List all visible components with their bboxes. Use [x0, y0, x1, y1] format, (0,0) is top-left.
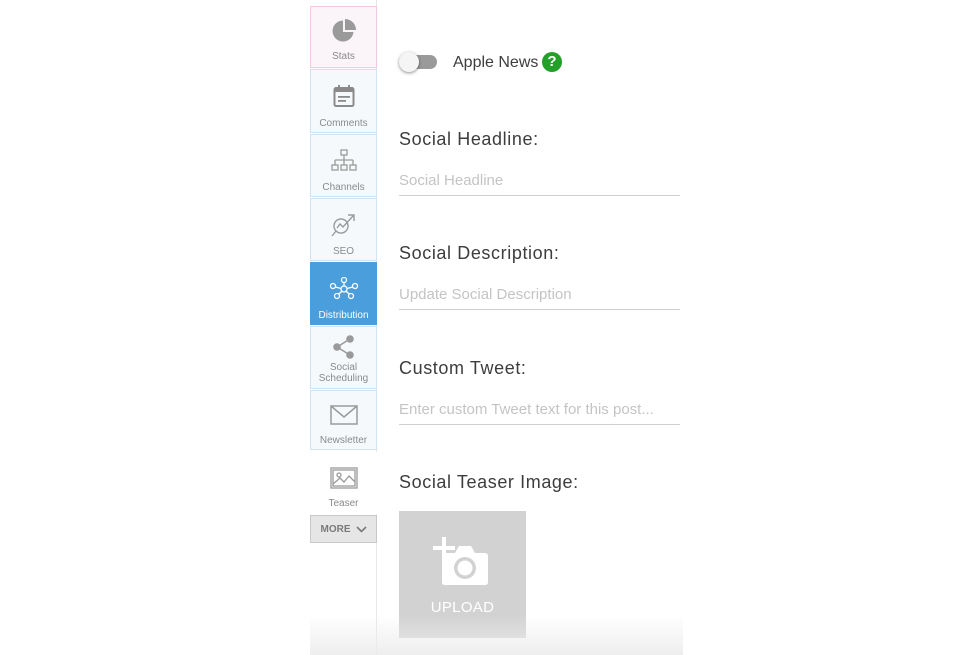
social-description-input[interactable] — [399, 280, 680, 310]
sidebar-item-label: Teaser — [328, 498, 359, 509]
sidebar-item-distribution[interactable]: Distribution — [310, 262, 377, 325]
sidebar-item-label: Newsletter — [319, 435, 368, 446]
chevron-down-icon — [355, 525, 367, 533]
help-icon[interactable]: ? — [542, 52, 562, 72]
social-teaser-image-label: Social Teaser Image: — [399, 472, 579, 492]
social-headline-label: Social Headline: — [399, 129, 539, 149]
share-icon — [332, 335, 354, 359]
pie-chart-icon — [332, 19, 356, 42]
sitemap-icon — [330, 149, 357, 171]
envelope-icon — [329, 405, 358, 425]
sidebar-item-label: Stats — [332, 51, 355, 62]
sidebar-item-label: Social — [329, 362, 358, 373]
sidebar-item-label: Channels — [322, 182, 365, 193]
page: Stats Comments Channels SEO Distribution… — [0, 0, 980, 655]
sidebar-item-channels[interactable]: Channels — [310, 134, 377, 197]
more-button-label: MORE — [320, 523, 351, 535]
sidebar: Stats Comments Channels SEO Distribution… — [310, 6, 377, 655]
calendar-note-icon — [333, 85, 354, 107]
sidebar-item-seo[interactable]: SEO — [310, 198, 377, 261]
sidebar-item-label: Comments — [319, 118, 368, 129]
upload-label: UPLOAD — [430, 599, 495, 616]
apple-news-toggle[interactable] — [399, 52, 439, 72]
sidebar-item-newsletter[interactable]: Newsletter — [310, 390, 377, 450]
more-button[interactable]: MORE — [310, 515, 377, 543]
distribution-panel: Apple News ? Social Headline: Social Des… — [378, 0, 683, 655]
custom-tweet-label: Custom Tweet: — [399, 358, 527, 378]
apple-news-label: Apple News — [453, 54, 539, 71]
custom-tweet-input[interactable] — [399, 395, 680, 425]
sidebar-item-label: Distribution — [318, 310, 369, 321]
social-headline-input[interactable] — [399, 166, 680, 196]
sidebar-item-comments[interactable]: Comments — [310, 69, 377, 133]
network-nodes-icon — [329, 276, 358, 300]
social-description-label: Social Description: — [399, 243, 560, 263]
sidebar-item-label: Scheduling — [318, 373, 369, 384]
magnifier-arrow-icon — [330, 214, 355, 237]
upload-image-button[interactable]: UPLOAD — [399, 511, 526, 638]
sidebar-item-label: SEO — [332, 246, 355, 257]
image-icon — [329, 467, 358, 489]
toggle-knob — [399, 52, 419, 72]
sidebar-item-teaser[interactable]: Teaser — [310, 452, 377, 514]
add-photo-icon — [433, 537, 488, 585]
sidebar-item-social-scheduling[interactable]: Social Scheduling — [310, 326, 377, 389]
sidebar-item-stats[interactable]: Stats — [310, 6, 377, 68]
